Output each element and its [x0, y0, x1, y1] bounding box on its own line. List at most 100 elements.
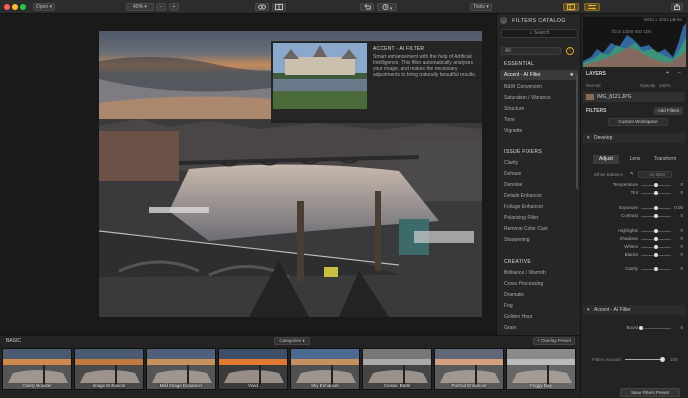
image-dimensions: 6032 x 3024 px: [644, 17, 675, 22]
preset-thumbnail[interactable]: Vivid: [218, 348, 288, 390]
catalog-item-brilliance[interactable]: Brilliance / Warmth: [504, 270, 546, 276]
catalog-item-sharpening[interactable]: Sharpening: [504, 237, 530, 243]
catalog-item-clarity[interactable]: Clarity: [504, 160, 518, 166]
develop-header[interactable]: ▾ Develop: [583, 133, 686, 143]
preview-eye-button[interactable]: [255, 3, 269, 11]
preset-thumbnail[interactable]: Portrait Enhancer: [434, 348, 504, 390]
preset-thumbnail[interactable]: Clarity Booster: [2, 348, 72, 390]
slider-value: 0: [680, 266, 683, 271]
filters-amount-knob[interactable]: [660, 357, 665, 362]
layers-title[interactable]: LAYERS: [586, 71, 606, 77]
catalog-toggle-button[interactable]: [563, 3, 579, 11]
catalog-item-dehaze[interactable]: Dehaze: [504, 171, 521, 177]
tab-transform[interactable]: Transform: [650, 155, 680, 164]
catalog-item-saturation[interactable]: Saturation / Vibrance: [504, 95, 551, 101]
undo-button[interactable]: [360, 3, 374, 11]
preset-thumbnail[interactable]: Foggy Day: [506, 348, 576, 390]
slider-tint[interactable]: Tint 0: [583, 190, 686, 196]
open-button[interactable]: Open ▾: [33, 3, 55, 11]
preset-thumbnail[interactable]: Classic B&W: [362, 348, 432, 390]
add-filters-button[interactable]: Add Filters: [654, 107, 683, 115]
workspace-select[interactable]: Custom Workspace: [608, 118, 668, 126]
top-toolbar: Open ▾ 40% ▾ − + ▾ Tools ▾: [0, 0, 688, 14]
close-window-button[interactable]: [4, 4, 10, 10]
preset-thumbnail[interactable]: Mild Image Enhancer: [146, 348, 216, 390]
catalog-item-bw[interactable]: B&W Conversion: [504, 84, 542, 90]
opacity-value[interactable]: 100%: [659, 83, 671, 88]
slider-knob[interactable]: [654, 237, 658, 241]
overlay-preset-button[interactable]: + Overlay Preset: [533, 337, 575, 345]
slider-exposure[interactable]: Exposure 0.00: [583, 205, 686, 211]
boost-slider[interactable]: Boost 0: [583, 325, 686, 331]
catalog-item-fog[interactable]: Fog: [504, 303, 513, 309]
zoom-out-button[interactable]: −: [156, 3, 166, 11]
catalog-item-details[interactable]: Details Enhancer: [504, 193, 542, 199]
slider-highlights[interactable]: Highlights 0: [583, 228, 686, 234]
catalog-scrollbar[interactable]: [576, 74, 578, 189]
catalog-item-polarizing[interactable]: Polarizing Filter: [504, 215, 538, 221]
preset-thumbnail[interactable]: Image Enhancer: [74, 348, 144, 390]
layer-row[interactable]: IMG_8121.JPG: [583, 92, 685, 102]
catalog-item-golden-hour[interactable]: Golden Hour: [504, 314, 532, 320]
boost-knob[interactable]: [639, 326, 643, 330]
catalog-item-structure[interactable]: Structure: [504, 106, 524, 112]
slider-label: Contrast: [620, 213, 638, 218]
adjustments-toggle-button[interactable]: [584, 3, 600, 11]
preset-thumbnail[interactable]: Sky Enhancer: [290, 348, 360, 390]
add-layer-icon[interactable]: +: [666, 70, 669, 76]
slider-knob[interactable]: [654, 267, 658, 271]
preset-name: Portrait Enhancer: [451, 383, 487, 388]
minimize-window-button[interactable]: [12, 4, 18, 10]
catalog-item-tone[interactable]: Tone: [504, 117, 515, 123]
slider-knob[interactable]: [654, 229, 658, 233]
categories-select[interactable]: Categories ▾: [274, 337, 310, 345]
accent-filter-header[interactable]: ▾ Accent - AI Filter: [583, 305, 686, 315]
zoom-in-button[interactable]: +: [169, 3, 179, 11]
slider-blacks[interactable]: Blacks 0: [583, 252, 686, 258]
catalog-item-cross-processing[interactable]: Cross Processing: [504, 281, 543, 287]
compare-button[interactable]: [272, 3, 286, 11]
star-icon[interactable]: ★: [570, 70, 574, 80]
catalog-filter-select[interactable]: All: [501, 47, 561, 55]
slider-knob[interactable]: [654, 183, 658, 187]
share-button[interactable]: [671, 3, 683, 11]
slider-value: 0.00: [674, 205, 683, 210]
tooltip-preview-image: [273, 43, 367, 109]
filters-amount-track[interactable]: [625, 359, 663, 360]
slider-shadows[interactable]: Shadows 0: [583, 236, 686, 242]
tab-lens[interactable]: Lens: [622, 155, 648, 164]
white-balance-select[interactable]: As Shot: [638, 171, 672, 178]
catalog-item-grain[interactable]: Grain: [504, 325, 516, 331]
catalog-item-vignette[interactable]: Vignette: [504, 128, 522, 134]
slider-knob[interactable]: [654, 214, 658, 218]
share-icon: [674, 3, 680, 10]
filters-title[interactable]: FILTERS: [586, 108, 606, 114]
lightbulb-icon[interactable]: !: [566, 47, 574, 55]
slider-temperature[interactable]: Temperature 0: [583, 182, 686, 188]
eyedropper-icon[interactable]: ✎: [630, 171, 634, 177]
zoom-select[interactable]: 40% ▾: [126, 3, 154, 11]
catalog-item-accent-ai[interactable]: Accent - AI Filter ★: [500, 70, 578, 80]
catalog-item-dramatic[interactable]: Dramatic: [504, 292, 524, 298]
save-filters-preset-button[interactable]: Save Filters Preset: [620, 388, 680, 397]
slider-knob[interactable]: [654, 253, 658, 257]
slider-knob[interactable]: [654, 245, 658, 249]
boost-track[interactable]: [641, 328, 671, 329]
opacity-label: Opacity: [640, 83, 656, 88]
tab-adjust[interactable]: Adjust: [593, 155, 619, 164]
catalog-item-foliage[interactable]: Foliage Enhancer: [504, 204, 543, 210]
slider-whites[interactable]: Whites 0: [583, 244, 686, 250]
slider-knob[interactable]: [654, 206, 658, 210]
histogram: [583, 17, 686, 67]
slider-contrast[interactable]: Contrast 0: [583, 213, 686, 219]
zoom-window-button[interactable]: [20, 4, 26, 10]
remove-layer-icon[interactable]: −: [678, 70, 681, 76]
blend-mode[interactable]: Normal: [586, 83, 601, 88]
tools-button[interactable]: Tools ▾: [470, 3, 492, 11]
catalog-search-input[interactable]: ⌕ Search: [501, 29, 578, 38]
catalog-item-color-cast[interactable]: Remove Color Cast: [504, 226, 548, 232]
slider-clarity[interactable]: Clarity 0: [583, 266, 686, 272]
slider-knob[interactable]: [654, 191, 658, 195]
catalog-item-denoise[interactable]: Denoise: [504, 182, 522, 188]
history-button[interactable]: ▾: [377, 3, 397, 12]
